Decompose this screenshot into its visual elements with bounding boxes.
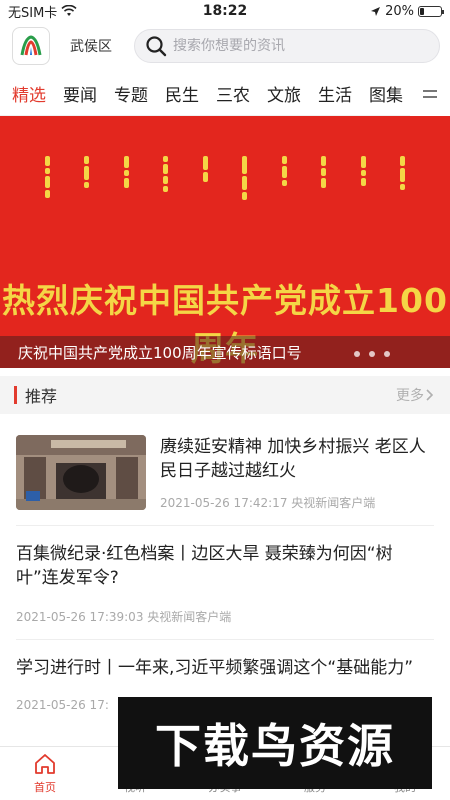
search-bar[interactable] [134, 29, 440, 63]
script-stroke [400, 168, 406, 182]
script-glyph [119, 156, 133, 204]
search-input[interactable] [173, 38, 429, 54]
script-glyph [159, 156, 173, 204]
script-stroke [281, 180, 287, 186]
news-title: 学习进行时丨一年来,习近平频繁强调这个“基础能力” [16, 658, 414, 678]
script-stroke [163, 186, 169, 192]
watermark-overlay: 下载鸟资源 [118, 697, 432, 789]
chevron-right-icon [426, 389, 434, 401]
banner-caption: 庆祝中国共产党成立100周年宣传标语口号 [18, 343, 302, 362]
tabbar-home[interactable]: 首页 [0, 747, 90, 800]
script-stroke [123, 178, 129, 188]
home-icon [35, 754, 55, 774]
location-arrow-icon [371, 6, 381, 16]
script-glyph [356, 156, 370, 204]
carousel-dot[interactable] [369, 351, 375, 357]
script-stroke [400, 156, 406, 166]
script-stroke [321, 168, 327, 176]
script-glyph [198, 156, 212, 204]
section-accent-bar [14, 386, 17, 404]
script-stroke [360, 178, 366, 186]
news-thumbnail [16, 435, 146, 510]
script-glyph [396, 156, 410, 204]
battery-percent: 20% [385, 3, 414, 19]
script-stroke [242, 192, 248, 200]
news-item[interactable]: 赓续延安精神 加快乡村振兴 老区人民日子越过越红火 2021-05-26 17:… [16, 420, 434, 526]
carousel-dot[interactable] [354, 351, 360, 357]
script-stroke [44, 176, 50, 188]
script-stroke [163, 156, 169, 162]
more-link[interactable]: 更多 [396, 385, 434, 405]
script-stroke [281, 156, 287, 164]
script-stroke [84, 156, 90, 164]
script-stroke [400, 184, 406, 190]
recommend-section-header: 推荐 更多 [0, 376, 450, 414]
script-glyph [80, 156, 94, 204]
tab-menu-button[interactable] [410, 72, 450, 116]
script-stroke [360, 170, 366, 176]
script-stroke [360, 156, 366, 168]
script-stroke [321, 178, 327, 188]
region-selector[interactable]: 武侯区 [70, 36, 120, 56]
header: 武侯区 [0, 22, 450, 70]
category-tabs: 精选 要闻 专题 民生 三农 文旅 生活 图集 [0, 72, 450, 116]
script-stroke [242, 176, 248, 190]
tab-gallery[interactable]: 图集 [369, 81, 403, 106]
script-stroke [163, 176, 169, 184]
battery-level [420, 7, 424, 15]
script-stroke [163, 164, 169, 174]
script-stroke [123, 170, 129, 176]
script-stroke [281, 166, 287, 178]
section-title: 推荐 [25, 387, 58, 406]
battery-icon [418, 5, 444, 17]
script-stroke [44, 156, 50, 166]
news-meta: 2021-05-26 17:39:03 央视新闻客户端 [16, 610, 232, 624]
news-title: 百集微纪录·红色档案丨边区大旱 聂荣臻为何因“树叶”连发军令? [16, 544, 393, 588]
app-logo[interactable] [12, 27, 50, 65]
banner-carousel[interactable]: 热烈庆祝中国共产党成立100周年 庆祝中国共产党成立100周年宣传标语口号 [0, 116, 450, 368]
tab-livelihood[interactable]: 民生 [165, 81, 199, 106]
script-glyph [317, 156, 331, 204]
tab-topics[interactable]: 专题 [114, 81, 148, 106]
status-bar: 无SIM卡 18:22 20% [0, 0, 450, 22]
watermark-text: 下载鸟资源 [155, 719, 395, 773]
mongolian-script-decoration [40, 156, 410, 206]
news-thumbnail-image [16, 435, 146, 510]
tab-life[interactable]: 生活 [318, 81, 352, 106]
script-glyph [40, 156, 54, 204]
carousel-dot[interactable] [384, 351, 390, 357]
script-glyph [277, 156, 291, 204]
script-stroke [123, 156, 129, 168]
tab-agriculture[interactable]: 三农 [216, 81, 250, 106]
script-stroke [44, 190, 50, 198]
script-stroke [321, 156, 327, 166]
script-stroke [202, 156, 208, 170]
tab-headlines[interactable]: 要闻 [63, 81, 97, 106]
wifi-icon [61, 5, 77, 16]
tab-featured[interactable]: 精选 [12, 81, 46, 106]
carrier-label: 无SIM卡 [8, 5, 58, 21]
tabbar-label: 首页 [34, 781, 56, 794]
tab-culture-tourism[interactable]: 文旅 [267, 81, 301, 106]
script-stroke [242, 156, 248, 174]
script-stroke [44, 168, 50, 174]
news-title: 赓续延安精神 加快乡村振兴 老区人民日子越过越红火 [160, 437, 426, 481]
script-stroke [84, 182, 90, 188]
menu-icon [423, 90, 437, 98]
news-meta: 2021-05-26 17:42:17 央视新闻客户端 [160, 496, 376, 510]
script-stroke [202, 172, 208, 182]
search-icon [146, 36, 167, 57]
script-glyph [238, 156, 252, 204]
app-logo-icon [20, 35, 42, 56]
news-list: 赓续延安精神 加快乡村振兴 老区人民日子越过越红火 2021-05-26 17:… [0, 420, 450, 726]
news-item[interactable]: 百集微纪录·红色档案丨边区大旱 聂荣臻为何因“树叶”连发军令? 2021-05-… [16, 526, 434, 640]
carousel-indicator [354, 351, 390, 357]
more-label: 更多 [396, 388, 424, 404]
clock: 18:22 [202, 3, 248, 19]
script-stroke [84, 166, 90, 180]
